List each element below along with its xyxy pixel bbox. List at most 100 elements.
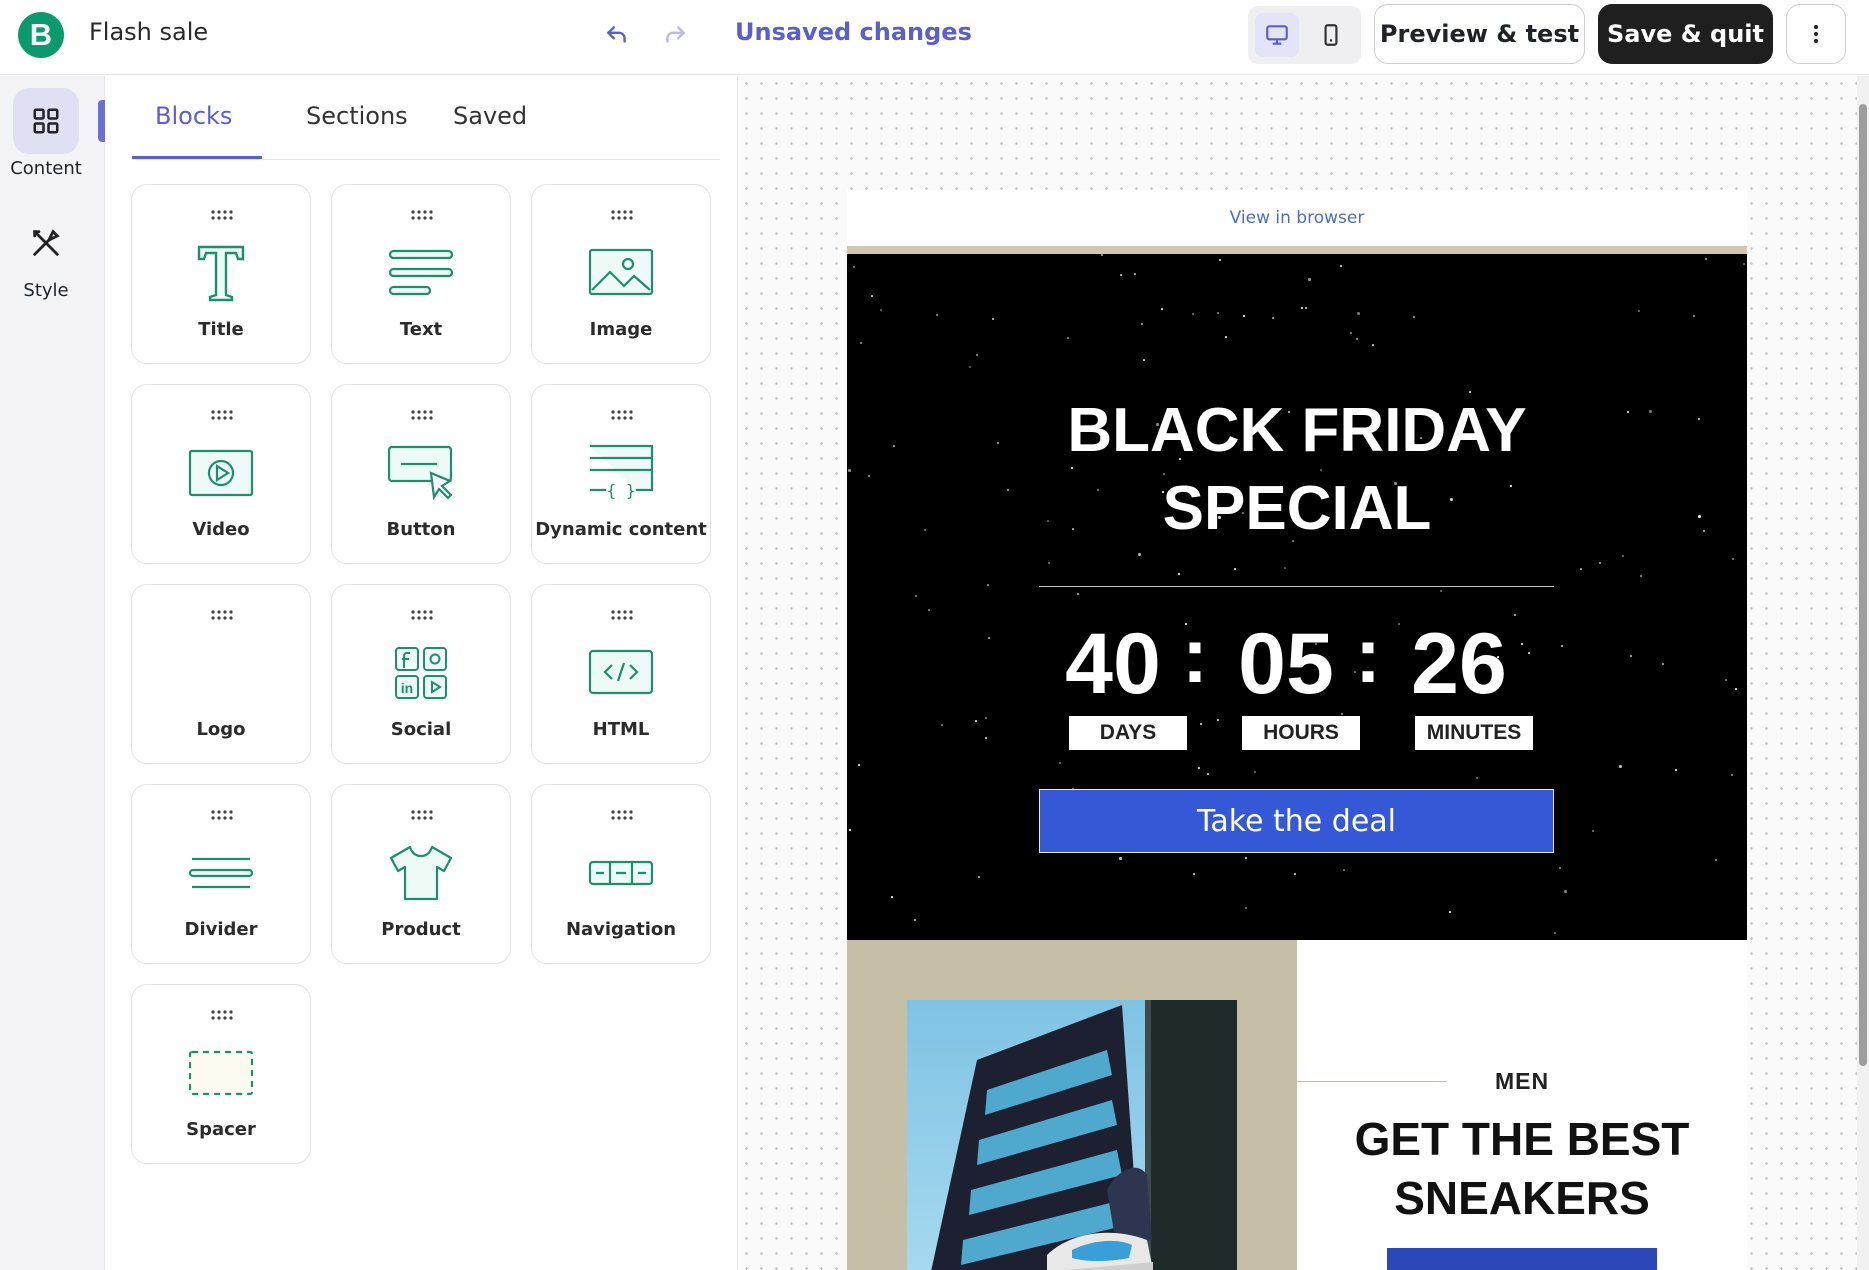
star-decoration	[1554, 932, 1556, 934]
tab-sections[interactable]: Sections	[306, 102, 408, 130]
star-decoration	[1225, 336, 1227, 338]
block-title[interactable]: Title	[131, 184, 311, 364]
rail-item-content[interactable]: Content	[0, 88, 92, 179]
star-decoration	[1350, 332, 1352, 334]
drag-handle-icon	[211, 810, 233, 820]
redo-button[interactable]	[658, 18, 692, 52]
star-decoration	[1217, 719, 1219, 721]
product-copy-column[interactable]: MEN GET THE BEST SNEAKERS	[1297, 940, 1747, 1270]
star-decoration	[1243, 315, 1245, 317]
star-decoration	[1638, 310, 1640, 312]
star-decoration	[1305, 307, 1307, 309]
more-vertical-icon	[1814, 25, 1818, 43]
block-spacer[interactable]: Spacer	[131, 984, 311, 1164]
html-icon	[586, 643, 656, 703]
star-decoration	[941, 724, 943, 726]
product-image-column[interactable]	[847, 940, 1297, 1270]
star-decoration	[1476, 777, 1478, 779]
star-decoration	[1077, 593, 1079, 595]
block-label: Logo	[196, 719, 246, 740]
top-bar: B Flash sale Unsaved changes Preview & t…	[0, 0, 1869, 75]
tab-saved[interactable]: Saved	[453, 102, 527, 130]
hero-section[interactable]: BLACK FRIDAY SPECIAL 40 : 05 : 26 DAYS H…	[847, 254, 1747, 940]
block-social[interactable]: in Social	[331, 584, 511, 764]
block-label: Spacer	[186, 1119, 256, 1140]
rail-item-style[interactable]: Style	[0, 210, 92, 301]
hero-title-line1[interactable]: BLACK FRIDAY	[847, 392, 1747, 470]
svg-text:in: in	[401, 680, 413, 696]
canvas-scrollbar[interactable]	[1857, 76, 1869, 1270]
section-title-line1[interactable]: GET THE BEST	[1297, 1110, 1747, 1168]
star-decoration	[1284, 567, 1286, 569]
block-button[interactable]: Button	[331, 384, 511, 564]
active-tab-underline	[132, 156, 262, 159]
star-decoration	[849, 829, 851, 831]
mobile-view-button[interactable]	[1309, 13, 1353, 57]
block-dynamic-content[interactable]: { } Dynamic content	[531, 384, 711, 564]
star-decoration	[1272, 317, 1274, 319]
star-decoration	[1743, 263, 1745, 265]
block-image[interactable]: Image	[531, 184, 711, 364]
undo-button[interactable]	[600, 18, 634, 52]
star-decoration	[1234, 568, 1236, 570]
sneaker-photo[interactable]	[907, 1000, 1237, 1270]
star-decoration	[1254, 771, 1256, 773]
desktop-icon	[1266, 25, 1288, 45]
star-decoration	[1134, 273, 1136, 275]
social-icon: in	[386, 643, 456, 703]
star-decoration	[1143, 359, 1145, 361]
section-title-line2[interactable]: SNEAKERS	[1297, 1169, 1747, 1227]
block-product[interactable]: Product	[331, 784, 511, 964]
block-label: Navigation	[565, 919, 677, 940]
drag-handle-icon	[411, 610, 433, 620]
star-decoration	[988, 637, 990, 639]
desktop-view-button[interactable]	[1255, 13, 1299, 57]
block-navigation[interactable]: Navigation	[531, 784, 711, 964]
block-divider[interactable]: Divider	[131, 784, 311, 964]
canvas-scroll-thumb[interactable]	[1859, 104, 1867, 1066]
star-decoration	[1356, 338, 1358, 340]
star-decoration	[1198, 767, 1200, 769]
dynamic-content-icon: { }	[586, 443, 656, 503]
email-preview[interactable]: View in browser BLACK FRIDAY SPECIAL 40 …	[847, 190, 1747, 1270]
shop-sneakers-button[interactable]	[1387, 1248, 1657, 1270]
more-options-button[interactable]	[1786, 4, 1846, 64]
device-toggle	[1248, 6, 1361, 64]
block-video[interactable]: Video	[131, 384, 311, 564]
app-logo[interactable]: B	[18, 12, 64, 58]
star-decoration	[1514, 614, 1516, 616]
block-label: Title	[198, 319, 244, 340]
rail-label-style: Style	[23, 280, 69, 301]
logo-icon	[186, 643, 256, 703]
star-decoration	[891, 896, 893, 898]
preview-test-button[interactable]: Preview & test	[1374, 4, 1585, 64]
section-kicker[interactable]: MEN	[1437, 1068, 1607, 1095]
take-the-deal-button[interactable]: Take the deal	[1039, 789, 1554, 853]
view-in-browser-link[interactable]: View in browser	[847, 190, 1747, 246]
star-decoration	[1120, 274, 1122, 276]
star-decoration	[1294, 873, 1296, 875]
star-decoration	[992, 318, 994, 320]
star-decoration	[976, 354, 978, 356]
drag-handle-icon	[211, 1010, 233, 1020]
star-decoration	[858, 764, 860, 766]
countdown-days: 40	[1065, 616, 1161, 712]
drag-handle-icon	[611, 610, 633, 620]
title-icon	[186, 243, 256, 303]
drag-handle-icon	[611, 810, 633, 820]
block-html[interactable]: HTML	[531, 584, 711, 764]
campaign-title[interactable]: Flash sale	[89, 18, 208, 46]
block-text[interactable]: Text	[331, 184, 511, 364]
hero-title-line2[interactable]: SPECIAL	[847, 470, 1747, 548]
redo-icon	[666, 26, 685, 43]
block-logo[interactable]: Logo	[131, 584, 311, 764]
star-decoration	[985, 717, 987, 719]
star-decoration	[1138, 553, 1141, 556]
star-decoration	[1449, 911, 1451, 913]
star-decoration	[936, 314, 938, 316]
save-quit-button[interactable]: Save & quit	[1598, 4, 1773, 64]
star-decoration	[1725, 679, 1727, 681]
editor-canvas[interactable]: View in browser BLACK FRIDAY SPECIAL 40 …	[739, 76, 1869, 1270]
tab-blocks[interactable]: Blocks	[155, 102, 232, 130]
svg-text:{ }: { }	[607, 481, 636, 500]
